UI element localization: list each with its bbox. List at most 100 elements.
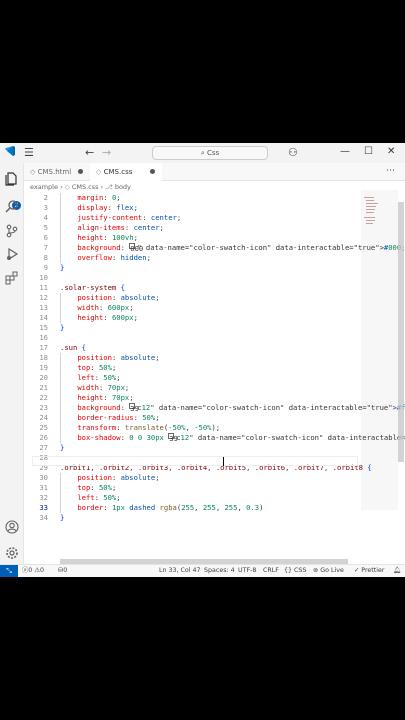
line-number: 26 (39, 433, 48, 442)
breadcrumb-folder[interactable]: example (30, 183, 58, 191)
code-line[interactable]: background: 000" data-name="color-swatch… (60, 243, 405, 253)
menu-icon[interactable]: ☰ (24, 146, 34, 160)
line-number: 22 (39, 393, 48, 402)
tab-cms-css[interactable]: ◇ CMS.css (90, 163, 162, 181)
account-icon[interactable] (5, 519, 19, 534)
line-number: 6 (43, 233, 48, 242)
line-number: 25 (39, 423, 48, 432)
command-center-search[interactable]: ⌕ Css (152, 146, 268, 160)
code-line[interactable]: } (60, 513, 64, 523)
line-number: 11 (39, 283, 48, 292)
code-line[interactable]: .sun { (60, 343, 86, 353)
copilot-icon[interactable]: ⚇ (288, 146, 298, 160)
code-line[interactable]: margin: 0; (60, 193, 120, 203)
line-number: 21 (39, 383, 48, 392)
line-number: 7 (43, 243, 48, 252)
close-button[interactable]: ✕ (387, 145, 395, 159)
ports-count: 0 (63, 567, 68, 574)
code-line[interactable]: overflow: hidden; (60, 253, 151, 263)
code-line[interactable]: align-items: center; (60, 223, 164, 233)
unsaved-dot-icon[interactable] (150, 169, 155, 174)
line-number: 4 (43, 213, 48, 222)
line-number: 31 (39, 483, 48, 492)
notifications-bell-icon[interactable]: 🔔︎ (393, 565, 401, 577)
language-label: CSS (294, 567, 307, 574)
tab-cms-html[interactable]: ◇ CMS.html (24, 163, 88, 181)
code-line[interactable]: position: absolute; (60, 473, 159, 483)
more-actions-icon[interactable]: ⋯ (386, 164, 395, 178)
code-line[interactable]: width: 70px; (60, 383, 129, 393)
code-line[interactable]: height: 600px; (60, 313, 138, 323)
search-panel-icon[interactable] (5, 198, 19, 213)
go-live-button[interactable]: ⊚ Go Live (313, 565, 344, 577)
extensions-icon[interactable] (5, 270, 19, 285)
breadcrumb: example › ◇ CMS.css › ⎇ body (30, 182, 131, 192)
code-line[interactable]: position: absolute; (60, 293, 159, 303)
status-bar: ⤡ ⓧ0 ⚠0 ⛁0 Ln 33, Col 47 Spaces: 4 UTF-8… (0, 564, 405, 577)
run-debug-icon[interactable] (5, 246, 19, 261)
forward-arrow-icon[interactable]: → (102, 146, 111, 160)
line-number: 27 (39, 443, 48, 452)
line-number: 24 (39, 413, 48, 422)
line-number: 20 (39, 373, 48, 382)
code-line[interactable]: } (60, 323, 64, 333)
code-line[interactable]: box-shadow: 0 0 30px 39c12" data-name="c… (60, 433, 405, 443)
code-line[interactable]: height: 70px; (60, 393, 133, 403)
code-line[interactable]: display: flex; (60, 203, 138, 213)
line-number: 18 (39, 353, 48, 362)
vscode-window: ☰ ← → ⌕ Css ⚇ — ☐ ✕ 2 ◇ CMS.html ◇ CMS.c… (0, 143, 405, 577)
title-bar: ☰ ← → ⌕ Css ⚇ — ☐ ✕ (0, 143, 405, 163)
activity-bar: 2 (0, 163, 24, 567)
line-number: 2 (43, 193, 48, 202)
current-line-highlight (32, 456, 358, 466)
language-mode[interactable]: {} CSS (284, 565, 306, 577)
explorer-icon[interactable] (5, 171, 19, 186)
code-line[interactable]: transform: translate(-50%, -50%); (60, 423, 220, 433)
code-line[interactable]: height: 100vh; (60, 233, 138, 243)
line-number: 15 (39, 323, 48, 332)
eol-status[interactable]: CRLF (263, 565, 279, 577)
breadcrumb-symbol[interactable]: body (115, 183, 131, 191)
maximize-button[interactable]: ☐ (364, 145, 373, 159)
code-line[interactable]: border-radius: 50%; (60, 413, 159, 423)
code-line[interactable]: justify-content: center; (60, 213, 181, 223)
html-icon: ◇ (30, 168, 36, 176)
remote-indicator-icon[interactable]: ⤡ (0, 565, 18, 577)
source-control-icon[interactable] (5, 223, 19, 238)
line-number: 34 (39, 513, 48, 522)
problems-status[interactable]: ⓧ0 ⚠0 (22, 565, 44, 577)
code-line[interactable]: } (60, 443, 64, 453)
code-line[interactable]: background: 39c12" data-name="color-swat… (60, 403, 405, 413)
code-line[interactable]: top: 50%; (60, 363, 116, 373)
editor-tab-bar: ◇ CMS.html ◇ CMS.css ⋯ (24, 163, 405, 181)
vertical-scrollbar[interactable] (398, 202, 404, 462)
ports-status[interactable]: ⛁0 (58, 565, 67, 577)
code-line[interactable]: border: 1px dashed rgba(255, 255, 255, 0… (60, 503, 263, 513)
line-number: 23 (39, 403, 48, 412)
encoding-status[interactable]: UTF-8 (238, 565, 256, 577)
code-line[interactable]: position: absolute; (60, 353, 159, 363)
unsaved-dot-icon[interactable] (78, 169, 83, 174)
code-line[interactable]: left: 50%; (60, 493, 120, 503)
minimize-button[interactable]: — (340, 145, 350, 159)
code-line[interactable]: top: 50%; (60, 483, 116, 493)
minimap[interactable] (358, 193, 398, 567)
warning-count: 0 (39, 567, 44, 574)
code-line[interactable]: .solar-system { (60, 283, 125, 293)
code-line[interactable]: left: 50%; (60, 373, 120, 383)
back-arrow-icon[interactable]: ← (85, 146, 94, 160)
breadcrumb-file[interactable]: CMS.css (72, 183, 99, 191)
code-line[interactable]: width: 600px; (60, 303, 133, 313)
cursor-position[interactable]: Ln 33, Col 47 (159, 565, 201, 577)
text-cursor (223, 457, 224, 466)
line-number: 17 (39, 343, 48, 352)
line-number: 30 (39, 473, 48, 482)
prettier-status[interactable]: ✓ Prettier (354, 565, 384, 577)
braces-icon: {} (284, 567, 295, 574)
prettier-label: Prettier (361, 567, 385, 574)
code-editor[interactable]: 2 margin: 0; 3 display: flex; 4 justify-co… (24, 193, 405, 567)
line-number: 9 (43, 263, 48, 272)
code-line[interactable]: } (60, 263, 64, 273)
indentation-status[interactable]: Spaces: 4 (204, 565, 235, 577)
settings-gear-icon[interactable] (5, 545, 19, 559)
